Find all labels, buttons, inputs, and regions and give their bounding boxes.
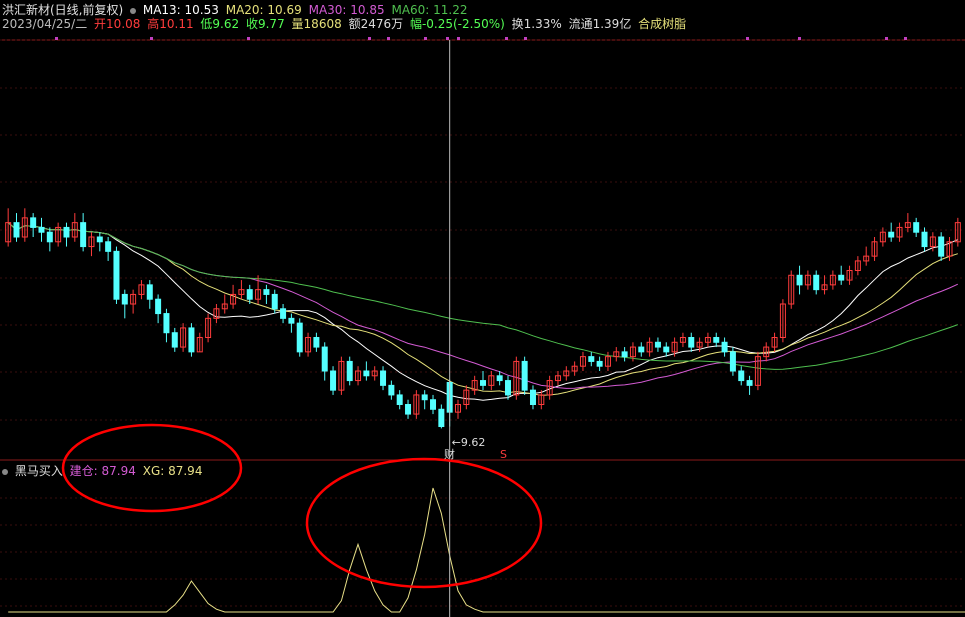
candle-body	[421, 394, 428, 401]
event-marker-dot	[368, 37, 371, 40]
indicator-series	[8, 487, 965, 613]
event-marker-dot	[457, 37, 460, 40]
candle-body	[363, 370, 370, 377]
candle-body	[746, 380, 753, 386]
candle-body	[663, 346, 670, 353]
candle-body	[388, 384, 395, 396]
candle-body	[288, 317, 295, 324]
candle-body	[96, 236, 103, 243]
candle-body	[721, 341, 728, 353]
event-marker-dot	[55, 37, 58, 40]
ma30-line	[7, 222, 959, 389]
candle-body	[888, 231, 895, 238]
candle-body	[688, 337, 695, 348]
candle-body	[596, 360, 603, 367]
candle-body	[396, 394, 403, 405]
candle-body	[496, 375, 503, 382]
candle-body	[638, 346, 645, 353]
candle-body	[171, 332, 178, 348]
candle-body	[621, 351, 628, 358]
candle-body	[405, 404, 412, 415]
candle-body	[588, 356, 595, 362]
candle-body	[921, 231, 928, 248]
candle-body	[713, 337, 720, 343]
event-marker-dot	[904, 37, 907, 40]
low-price-marker: ←9.62	[452, 436, 486, 449]
finance-marker[interactable]: 财	[444, 447, 455, 461]
candle-body	[913, 222, 920, 233]
candle-body	[430, 399, 437, 410]
event-marker-dot	[247, 37, 250, 40]
event-marker-dot	[505, 37, 508, 40]
candle-body	[155, 298, 162, 315]
candle-body	[529, 389, 536, 405]
candle-body	[246, 289, 253, 300]
event-marker-dot	[150, 37, 153, 40]
candle-body	[80, 222, 87, 248]
event-marker-dot	[746, 37, 749, 40]
event-marker-dot	[424, 37, 427, 40]
candle-body	[346, 360, 353, 382]
candle-body	[504, 380, 511, 396]
candle-body	[438, 408, 445, 428]
candle-body	[13, 222, 20, 238]
candle-body	[838, 274, 845, 281]
candle-body	[188, 327, 195, 353]
candle-body	[121, 293, 128, 305]
candle-body	[938, 236, 945, 257]
candle-body	[654, 341, 661, 348]
candle-body	[38, 226, 45, 233]
candle-body	[521, 360, 528, 391]
event-marker-dot	[387, 37, 390, 40]
event-marker-dot	[885, 37, 888, 40]
event-marker-dot	[524, 37, 527, 40]
indicator-line	[8, 487, 965, 613]
candle-body	[263, 289, 270, 295]
candle-body	[296, 322, 303, 353]
annotation-ellipse	[305, 457, 543, 589]
candle-body	[330, 370, 337, 391]
candle-body	[163, 313, 170, 334]
candle-body	[113, 250, 120, 300]
candle-body	[280, 308, 287, 319]
ma20-line	[7, 222, 958, 396]
candle-body	[46, 231, 53, 243]
candle-body	[321, 346, 328, 372]
candle-body	[146, 284, 153, 300]
candle-body	[738, 370, 745, 382]
event-marker-dot	[446, 37, 449, 40]
candle-body	[105, 241, 112, 252]
candle-body	[271, 293, 278, 310]
candle-body	[813, 274, 820, 291]
candle-body	[480, 380, 486, 386]
candle-body	[313, 337, 320, 348]
candlestick-series	[5, 208, 961, 429]
candle-body	[63, 226, 70, 238]
candle-body	[380, 370, 387, 386]
sell-marker[interactable]: S	[500, 448, 507, 461]
candle-body	[30, 217, 37, 228]
event-marker-dot	[798, 37, 801, 40]
candle-body	[796, 274, 803, 286]
candle-body	[729, 351, 736, 372]
kline-chart[interactable]: ←9.62 财 S	[0, 0, 965, 617]
